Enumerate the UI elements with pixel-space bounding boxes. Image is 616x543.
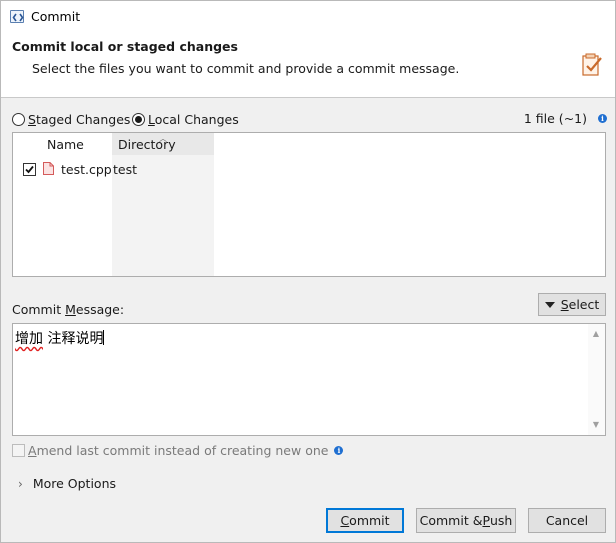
select-button-label: Select: [560, 297, 600, 312]
amend-checkbox[interactable]: Amend last commit instead of creating ne…: [12, 442, 344, 458]
amend-label: Amend last commit instead of creating ne…: [28, 442, 329, 458]
column-header-name[interactable]: Name: [47, 133, 84, 155]
title-bar: Commit: [1, 1, 615, 32]
code-brackets-icon: [10, 10, 24, 23]
file-directory: test: [113, 162, 138, 177]
scroll-down-icon[interactable]: ▼: [592, 421, 600, 429]
file-count: 1 file (~1): [523, 111, 587, 126]
local-changes-label: Local Changes: [148, 111, 239, 127]
commit-dialog: Commit Commit local or staged changes Se…: [0, 0, 616, 543]
message-scrollbar[interactable]: ▲ ▼: [588, 324, 605, 435]
file-name: test.cpp: [61, 162, 112, 177]
local-radio-circle[interactable]: [132, 112, 145, 126]
table-header: Name ︿ Directory: [13, 133, 605, 155]
banner-subtitle: Select the files you want to commit and …: [32, 61, 460, 76]
window-title: Commit: [31, 9, 81, 24]
file-checkbox[interactable]: [23, 163, 36, 176]
header-banner: Commit local or staged changes Select th…: [1, 32, 615, 98]
info-icon[interactable]: i: [334, 445, 344, 455]
amend-checkbox-box[interactable]: [12, 443, 25, 457]
commit-and-push-button[interactable]: Commit & Push: [416, 508, 516, 533]
staged-changes-label: Staged Changes: [28, 111, 131, 127]
staged-radio-circle[interactable]: [12, 112, 25, 126]
cpp-file-icon: [43, 162, 54, 175]
local-changes-radio[interactable]: Local Changes: [132, 110, 239, 128]
more-options-toggle[interactable]: › More Options: [18, 476, 116, 491]
more-options-label: More Options: [32, 476, 117, 491]
commit-message-label: Commit Message:: [12, 302, 125, 317]
cancel-button[interactable]: Cancel: [528, 508, 606, 533]
column-header-directory[interactable]: Directory: [118, 133, 176, 155]
commit-message-input[interactable]: 增加 注释说明 ▲ ▼: [12, 323, 606, 436]
commit-button[interactable]: Commit: [326, 508, 404, 533]
table-row[interactable]: test.cpp test: [13, 160, 605, 178]
commit-clipboard-icon: [582, 53, 602, 76]
select-template-button[interactable]: Select: [538, 293, 606, 316]
staged-changes-radio[interactable]: Staged Changes: [12, 110, 130, 128]
text-caret: [103, 330, 105, 345]
chevron-right-icon: ›: [18, 476, 23, 491]
banner-title: Commit local or staged changes: [12, 39, 238, 54]
commit-message-text: 增加 注释说明: [15, 330, 105, 347]
info-icon[interactable]: i: [598, 114, 607, 123]
changes-table[interactable]: Name ︿ Directory test.cpp test: [12, 132, 606, 277]
dropdown-triangle-icon: [544, 301, 555, 308]
scroll-up-icon[interactable]: ▲: [592, 330, 600, 338]
